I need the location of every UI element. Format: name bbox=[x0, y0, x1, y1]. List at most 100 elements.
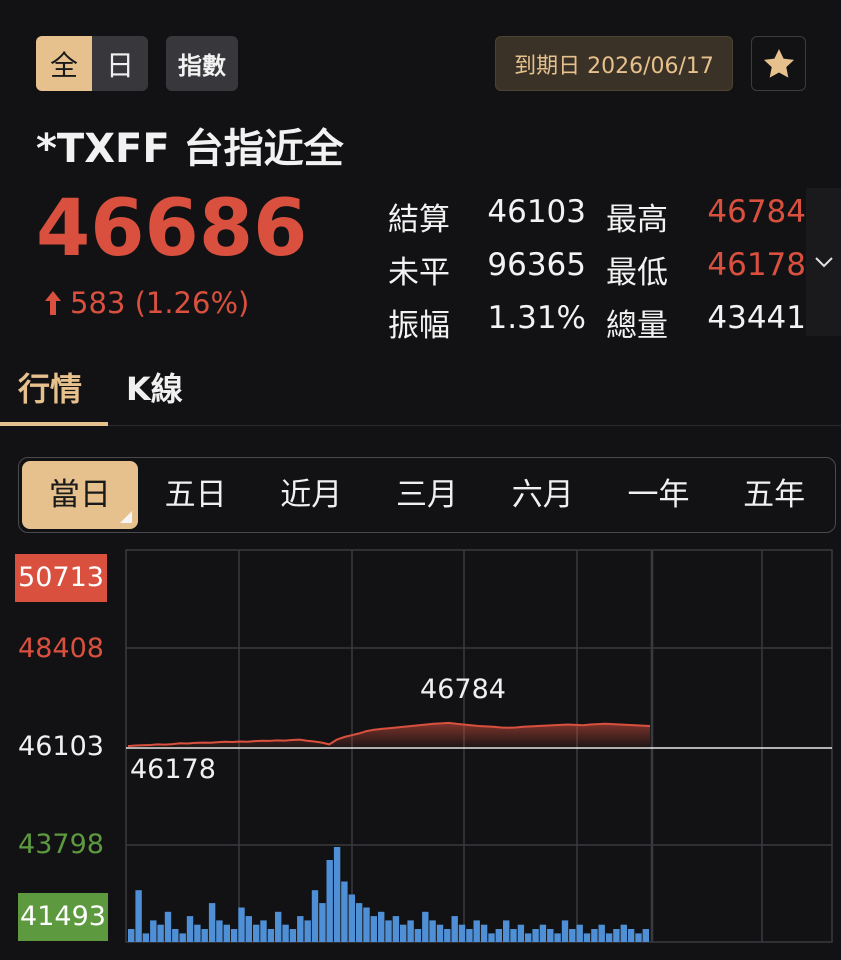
volume-bar bbox=[591, 929, 598, 942]
period-today[interactable]: 當日 bbox=[22, 461, 138, 529]
expand-stats-button[interactable] bbox=[806, 188, 841, 336]
tab-bar: 行情 K線 bbox=[0, 354, 841, 426]
volume-bar bbox=[179, 933, 186, 942]
stat-value: 46178 bbox=[707, 247, 806, 283]
volume-bar bbox=[429, 920, 436, 942]
volume-bar bbox=[517, 924, 525, 942]
period-month[interactable]: 近月 bbox=[253, 461, 369, 529]
volume-bar bbox=[135, 890, 142, 942]
volume-bar bbox=[400, 924, 407, 942]
volume-bar bbox=[569, 929, 576, 942]
price-area bbox=[128, 722, 650, 748]
period-1y[interactable]: 一年 bbox=[601, 461, 717, 529]
stat-value: 46784 bbox=[707, 194, 806, 230]
stat-value: 43441 bbox=[707, 300, 806, 336]
volume-bar bbox=[216, 920, 223, 942]
volume-bar bbox=[304, 920, 311, 942]
period-6m[interactable]: 六月 bbox=[485, 461, 601, 529]
star-icon bbox=[763, 48, 794, 78]
stat-value: 46103 bbox=[487, 194, 586, 230]
volume-bar bbox=[488, 933, 495, 942]
volume-bar bbox=[319, 903, 326, 942]
volume-bar bbox=[128, 929, 135, 942]
expiry-badge: 到期日 2026/06/17 bbox=[495, 36, 733, 91]
volume-bar bbox=[444, 929, 451, 942]
volume-bar bbox=[635, 933, 642, 942]
change-value: 583 (1.26%) bbox=[70, 286, 250, 320]
volume-bar bbox=[466, 929, 473, 942]
favorite-button[interactable] bbox=[751, 36, 806, 91]
volume-bar bbox=[561, 920, 569, 942]
volume-bar bbox=[164, 911, 172, 942]
mode-all-button[interactable]: 全 bbox=[36, 36, 92, 91]
intraday-chart[interactable]: 46784 46178 bbox=[0, 540, 841, 960]
volume-bar bbox=[194, 924, 201, 942]
volume-bar bbox=[458, 924, 466, 942]
volume-bar bbox=[605, 933, 613, 942]
arrow-up-icon bbox=[45, 291, 61, 315]
volume-bar bbox=[253, 924, 260, 942]
volume-bar bbox=[510, 929, 517, 942]
volume-bar bbox=[238, 907, 245, 942]
stat-label: 最低 bbox=[606, 255, 668, 291]
price-change: 583 (1.26%) bbox=[44, 286, 249, 320]
volume-bar bbox=[451, 916, 458, 942]
volume-bar bbox=[348, 894, 355, 942]
volume-bar bbox=[157, 924, 164, 942]
mode-day-button[interactable]: 日 bbox=[92, 36, 148, 91]
volume-bar bbox=[583, 933, 591, 942]
period-5d[interactable]: 五日 bbox=[138, 461, 254, 529]
volume-bar bbox=[223, 924, 230, 942]
stat-label: 最高 bbox=[606, 202, 668, 238]
volume-bar bbox=[142, 933, 150, 942]
tab-quotes[interactable]: 行情 bbox=[18, 364, 82, 410]
stat-row: 振幅 1.31% 總量 43441 bbox=[388, 296, 806, 349]
period-3m[interactable]: 三月 bbox=[369, 461, 485, 529]
volume-bar bbox=[576, 924, 583, 942]
stat-label: 振幅 bbox=[388, 308, 450, 344]
volume-bar bbox=[260, 920, 267, 942]
stat-label: 未平 bbox=[388, 255, 450, 291]
tab-kline[interactable]: K線 bbox=[126, 364, 183, 410]
volume-bar bbox=[355, 903, 363, 942]
volume-bar bbox=[341, 881, 348, 942]
volume-bar bbox=[613, 929, 620, 942]
volume-bar bbox=[378, 911, 385, 942]
period-selector: 當日 五日 近月 三月 六月 一年 五年 bbox=[18, 457, 836, 533]
volume-bar bbox=[326, 860, 333, 942]
volume-bar bbox=[186, 916, 194, 942]
volume-bar bbox=[289, 929, 297, 942]
volume-bar bbox=[642, 929, 649, 942]
volume-bar bbox=[267, 929, 275, 942]
stats-panel: 結算 46103 最高 46784 未平 96365 最低 46178 振幅 1… bbox=[388, 190, 806, 349]
volume-bar bbox=[297, 916, 304, 942]
index-button[interactable]: 指數 bbox=[166, 36, 238, 91]
volume-bar bbox=[495, 929, 502, 942]
volume-bar bbox=[532, 929, 539, 942]
volume-bar bbox=[473, 920, 480, 942]
volume-bar bbox=[414, 929, 422, 942]
high-label: 46784 bbox=[420, 674, 506, 705]
volume-bar bbox=[275, 911, 282, 942]
volume-bar bbox=[480, 924, 488, 942]
active-tab-indicator bbox=[0, 422, 108, 426]
range-toggle[interactable]: 全 日 bbox=[36, 36, 148, 91]
chevron-down-icon bbox=[814, 257, 833, 268]
volume-bar bbox=[245, 916, 252, 942]
volume-bar bbox=[598, 924, 605, 942]
volume-bar bbox=[422, 911, 429, 942]
volume-bar bbox=[208, 903, 216, 942]
volume-bar bbox=[525, 933, 532, 942]
volume-bar bbox=[620, 924, 627, 942]
volume-bar bbox=[282, 924, 289, 942]
volume-bar bbox=[539, 924, 547, 942]
stat-value: 96365 bbox=[487, 247, 586, 283]
volume-bar bbox=[363, 907, 370, 942]
volume-bar bbox=[370, 916, 377, 942]
period-5y[interactable]: 五年 bbox=[716, 461, 832, 529]
stat-row: 結算 46103 最高 46784 bbox=[388, 190, 806, 243]
volume-bar bbox=[150, 920, 157, 942]
instrument-title: *TXFF 台指近全 bbox=[36, 126, 344, 172]
volume-bar bbox=[436, 924, 444, 942]
volume-bar bbox=[385, 920, 392, 942]
